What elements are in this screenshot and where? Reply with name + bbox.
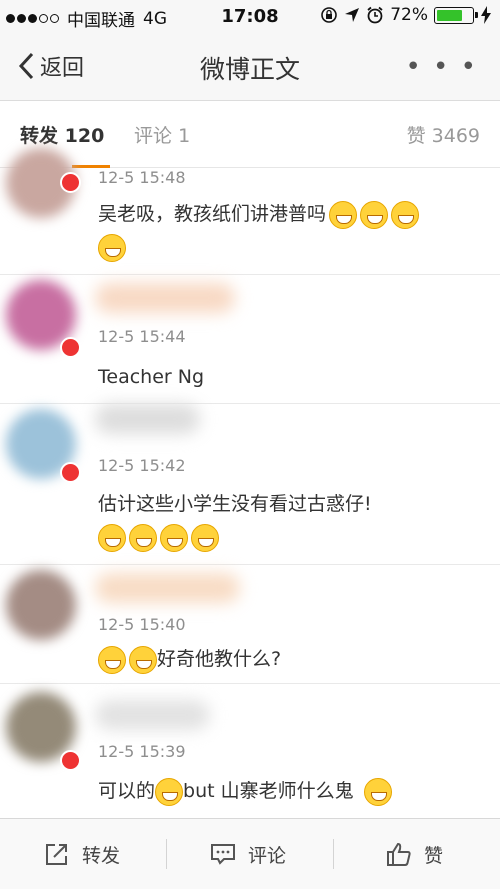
like-button[interactable]: 赞 xyxy=(386,819,443,889)
tab-like-count: 3469 xyxy=(431,125,480,147)
comment-button[interactable]: 评论 xyxy=(210,819,286,889)
laughing-emoji-icon xyxy=(129,645,157,674)
repost-button-label: 转发 xyxy=(82,844,121,867)
laughing-emoji-icon xyxy=(360,200,389,229)
laughing-emoji-icon xyxy=(391,200,420,229)
post-time: 12-5 15:42 xyxy=(98,456,186,475)
toolbar-divider xyxy=(333,839,334,869)
more-button[interactable]: • • • xyxy=(405,52,478,82)
verified-badge xyxy=(60,337,81,358)
rotation-lock-icon xyxy=(321,7,338,23)
tab-repost[interactable]: 转发 120 xyxy=(20,121,104,148)
detail-tabs: 转发 120 评论 1 赞 3469 xyxy=(0,101,500,168)
list-item[interactable]: 12-5 15:48 吴老吸，教孩纸们讲港普吗 xyxy=(0,148,500,275)
comment-icon xyxy=(211,844,235,865)
post-text: 估计这些小学生没有看过古惑仔! xyxy=(98,488,490,554)
username-blurred[interactable] xyxy=(95,573,240,603)
post-text: 可以的 but 山寨老师什么鬼 xyxy=(98,775,490,808)
surprised-emoji-icon xyxy=(98,233,126,262)
post-text-content: 估计这些小学生没有看过古惑仔! xyxy=(98,493,372,515)
post-time: 12-5 15:40 xyxy=(98,615,186,634)
post-text: 好奇他教什么? xyxy=(98,643,490,676)
post-text-content-b: but 山寨老师什么鬼 xyxy=(183,780,354,802)
username-blurred[interactable] xyxy=(95,700,210,730)
post-time: 12-5 15:44 xyxy=(98,327,186,346)
like-button-label: 赞 xyxy=(424,844,444,867)
post-text: Teacher Ng xyxy=(98,361,490,394)
smirk-emoji-icon xyxy=(191,523,219,552)
status-right: 72% xyxy=(320,5,492,25)
list-item[interactable]: 12-5 15:42 估计这些小学生没有看过古惑仔! xyxy=(0,404,500,565)
battery-percent: 72% xyxy=(390,5,428,25)
tab-comment[interactable]: 评论 1 xyxy=(134,121,190,148)
laughing-emoji-icon xyxy=(98,645,126,674)
post-text-content: 吴老吸，教孩纸们讲港普吗 xyxy=(98,203,327,225)
laughing-emoji-icon xyxy=(329,200,358,229)
charging-icon xyxy=(481,6,491,24)
tab-repost-label: 转发 xyxy=(20,125,59,147)
share-icon xyxy=(46,844,67,865)
username-blurred[interactable] xyxy=(95,283,235,313)
thumbs-up-icon xyxy=(387,842,411,866)
repost-button[interactable]: 转发 xyxy=(44,819,120,889)
post-time: 12-5 15:39 xyxy=(98,742,186,761)
laughing-emoji-icon xyxy=(155,777,184,806)
verified-badge xyxy=(60,462,81,483)
tab-repost-count: 120 xyxy=(64,125,105,147)
post-text-content: 好奇他教什么? xyxy=(157,648,282,670)
tab-like[interactable]: 赞 3469 xyxy=(407,121,480,148)
post-time: 12-5 15:48 xyxy=(98,168,186,187)
smirk-emoji-icon xyxy=(160,523,188,552)
laughing-emoji-icon xyxy=(363,777,392,806)
battery-icon xyxy=(434,6,478,24)
grin-emoji-icon xyxy=(129,523,157,552)
tab-comment-count: 1 xyxy=(178,125,191,147)
alarm-icon xyxy=(367,6,383,24)
username-blurred[interactable] xyxy=(95,404,200,434)
list-item[interactable]: 12-5 15:44 Teacher Ng xyxy=(0,275,500,404)
list-item[interactable]: 12-5 15:39 可以的 but 山寨老师什么鬼 xyxy=(0,684,500,817)
verified-badge xyxy=(60,750,81,771)
tab-like-label: 赞 xyxy=(406,125,426,147)
location-icon xyxy=(345,8,360,22)
post-text-content-a: 可以的 xyxy=(98,780,156,802)
grin-emoji-icon xyxy=(98,523,126,552)
verified-badge xyxy=(60,172,81,193)
tab-comment-label: 评论 xyxy=(134,125,173,147)
list-item[interactable]: 12-5 15:40 好奇他教什么? xyxy=(0,565,500,684)
status-bar: 中国联通 4G 17:08 72% xyxy=(0,0,500,34)
toolbar-divider xyxy=(166,839,167,869)
post-text-content: Teacher Ng xyxy=(98,366,205,388)
bottom-toolbar: 转发 评论 赞 xyxy=(0,818,500,889)
post-text: 吴老吸，教孩纸们讲港普吗 xyxy=(98,198,490,264)
comment-button-label: 评论 xyxy=(248,844,287,867)
avatar[interactable] xyxy=(6,570,76,640)
navigation-bar: 返回 微博正文 • • • xyxy=(0,34,500,101)
